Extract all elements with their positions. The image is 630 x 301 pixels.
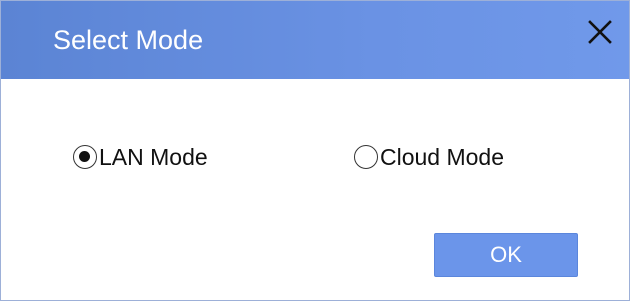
radio-selected-dot [79,151,90,162]
lan-mode-radio[interactable] [73,145,97,169]
close-icon [588,20,612,44]
select-mode-dialog: Select Mode LAN Mode Cloud Mode OK [0,0,630,301]
lan-mode-option[interactable]: LAN Mode [73,142,208,172]
cloud-mode-option[interactable]: Cloud Mode [354,142,504,172]
ok-button[interactable]: OK [434,233,578,277]
dialog-title: Select Mode [53,25,204,55]
cloud-mode-radio[interactable] [354,145,378,169]
close-button[interactable] [585,17,615,47]
dialog-titlebar: Select Mode [1,1,629,79]
lan-mode-label: LAN Mode [99,144,208,170]
cloud-mode-label: Cloud Mode [380,144,505,170]
